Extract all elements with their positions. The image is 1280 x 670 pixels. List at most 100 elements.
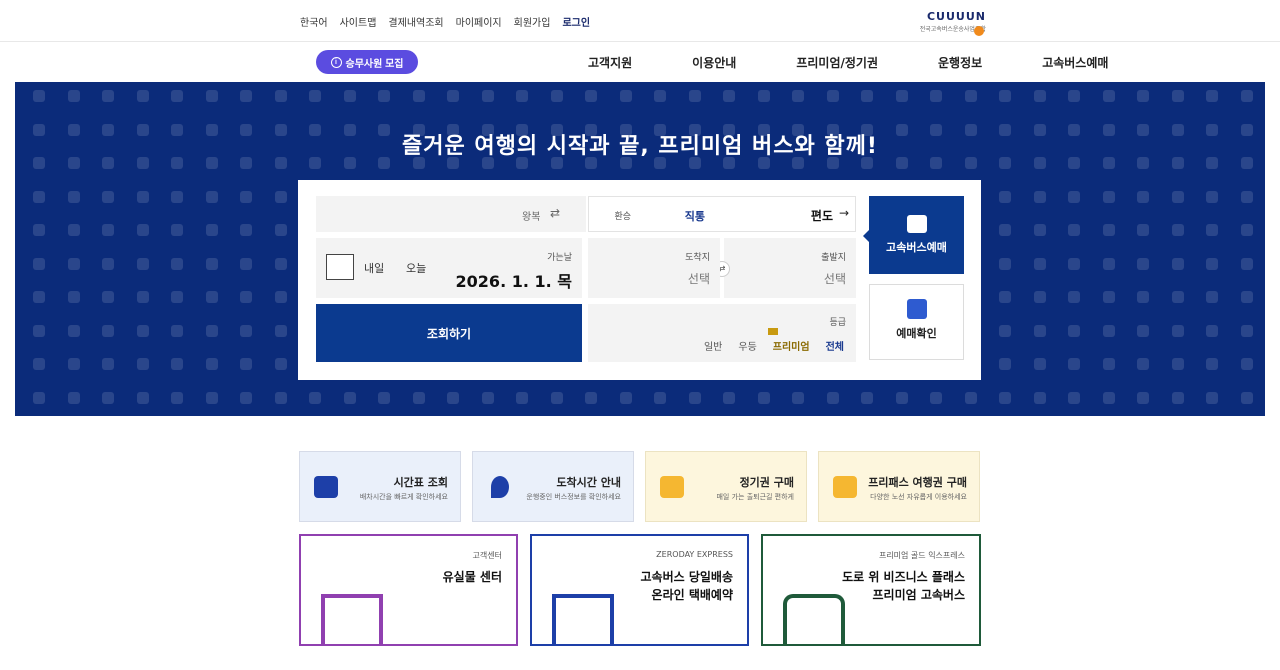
pattern-icon <box>171 358 183 370</box>
tomorrow-option[interactable]: 내일 <box>364 260 384 276</box>
pattern-icon <box>205 224 218 236</box>
freepass-card[interactable]: 프리패스 여행권 구매 다양한 노선 자유롭게 이용하세요 <box>818 451 980 522</box>
pattern-icon <box>67 391 80 404</box>
logo-text: CUUUUN <box>926 10 986 23</box>
pattern-icon <box>67 224 80 236</box>
grade-caption: 등급 <box>829 318 846 328</box>
arrival-value: 선택 <box>687 272 710 286</box>
signup-link[interactable]: 회원가입 <box>514 14 551 29</box>
pattern-icon <box>240 324 252 337</box>
oneway-option[interactable]: 편도 <box>811 207 833 224</box>
nav-premium-pass[interactable]: 프리미엄/정기권 <box>796 54 878 71</box>
departure-field[interactable]: 출발지 선택 <box>724 238 856 298</box>
grade-all[interactable]: 전체 <box>826 338 844 353</box>
tab-express-booking[interactable]: 고속버스예매 <box>863 196 964 274</box>
lost-found-sub: 고객센터 <box>472 551 502 560</box>
sitemap-link[interactable]: 사이트맵 <box>340 14 377 29</box>
pattern-icon <box>67 358 80 370</box>
parcel-delivery-card[interactable]: ZERODAY EXPRESS 고속버스 당일배송 온라인 택배예약 <box>530 534 749 646</box>
premium-title: 도로 위 비즈니스 플래스 프리미엄 고속버스 <box>842 568 965 604</box>
arrival-time-desc: 운행중인 버스정보를 확인하세요 <box>526 493 621 501</box>
grade-premium[interactable]: 프리미엄 <box>773 338 810 353</box>
departure-caption: 출발지 <box>821 253 846 263</box>
swap-arrows-icon: ⇄ <box>550 206 561 220</box>
today-option[interactable]: 오늘 <box>406 260 426 276</box>
pattern-icon <box>1171 257 1184 270</box>
pattern-icon <box>1102 190 1115 203</box>
pattern-icon <box>1068 391 1080 404</box>
arrival-time-card[interactable]: 도착시간 안내 운행중인 버스정보를 확인하세요 <box>472 451 634 522</box>
trip-type-selector[interactable]: → 편도 직통 환승 <box>588 196 856 232</box>
premium-express-card[interactable]: 프리미엄 골드 익스프레스 도로 위 비즈니스 플래스 프리미엄 고속버스 <box>761 534 981 646</box>
pattern-icon <box>999 90 1011 102</box>
premium-title-line1: 도로 위 비즈니스 플래스 <box>842 570 965 584</box>
pattern-icon <box>1137 224 1149 236</box>
route-type-caption: 환승 <box>614 212 631 222</box>
pattern-icon <box>102 291 114 303</box>
pattern-icon <box>136 224 149 236</box>
nav-route-info[interactable]: 운행정보 <box>938 54 982 71</box>
roundtrip-option[interactable]: 왕복 ⇄ <box>316 196 586 232</box>
pattern-icon <box>1102 224 1115 236</box>
season-pass-card[interactable]: 정기권 구매 매일 가는 출퇴근길 편하게 <box>645 451 807 522</box>
trip-type-row: → 편도 직통 환승 왕복 ⇄ <box>316 196 856 232</box>
arrival-time-title: 도착시간 안내 <box>556 476 621 489</box>
info-icon: i <box>330 56 342 68</box>
pattern-icon <box>1033 291 1046 303</box>
pattern-icon <box>999 324 1011 337</box>
date-field[interactable]: 가는날 2026. 1. 1. 목 <box>316 238 582 298</box>
pattern-icon <box>1137 90 1149 102</box>
pattern-icon <box>999 224 1011 236</box>
lost-found-card[interactable]: 고객센터 유실물 센터 <box>299 534 518 646</box>
arrow-right-icon: → <box>838 206 849 220</box>
pattern-icon <box>102 190 114 203</box>
timetable-card[interactable]: 시간표 조회 배차시간을 빠르게 확인하세요 <box>299 451 461 522</box>
language-link[interactable]: 한국어 <box>300 14 328 29</box>
grade-deluxe[interactable]: 우등 <box>738 338 756 353</box>
tab-reservation-check[interactable]: 예매확인 <box>869 284 964 360</box>
pattern-icon <box>550 90 563 102</box>
nav-express-booking[interactable]: 고속버스예매 <box>1042 54 1108 71</box>
route-type-select[interactable]: 직통 <box>685 208 705 224</box>
pattern-icon <box>1206 257 1218 270</box>
arrival-field[interactable]: 도착지 선택 <box>588 238 720 298</box>
pattern-icon <box>205 358 218 370</box>
pattern-icon <box>654 391 666 404</box>
site-logo[interactable]: CUUUUN 전국고속버스운송사업조합 <box>920 10 986 36</box>
pattern-icon <box>1033 324 1046 337</box>
pattern-icon <box>102 224 114 236</box>
calendar-icon[interactable] <box>326 254 354 280</box>
pattern-icon <box>585 90 597 102</box>
pattern-icon <box>33 291 45 303</box>
pattern-icon <box>171 190 183 203</box>
pattern-icon <box>619 391 632 404</box>
pattern-icon <box>1137 391 1149 404</box>
payment-history-link[interactable]: 결제내역조회 <box>388 14 443 29</box>
pattern-icon <box>1102 90 1115 102</box>
pattern-icon <box>136 257 149 270</box>
pattern-icon <box>1171 391 1184 404</box>
nav-usage-guide[interactable]: 이용안내 <box>692 54 736 71</box>
grade-standard[interactable]: 일반 <box>704 338 722 353</box>
pattern-icon <box>1240 324 1253 337</box>
pattern-icon <box>964 90 977 102</box>
pattern-icon <box>550 391 563 404</box>
pattern-icon <box>67 190 80 203</box>
nav-support[interactable]: 고객지원 <box>588 54 632 71</box>
lost-found-title: 유실물 센터 <box>443 568 502 586</box>
login-link[interactable]: 로그인 <box>562 14 590 29</box>
pattern-icon <box>1206 358 1218 370</box>
pattern-icon <box>343 391 356 404</box>
search-button[interactable]: 조회하기 <box>316 304 582 362</box>
pattern-icon <box>171 90 183 102</box>
pattern-icon <box>481 391 494 404</box>
date-caption: 가는날 <box>547 253 572 263</box>
pattern-icon <box>1068 90 1080 102</box>
pattern-icon <box>1137 257 1149 270</box>
pattern-icon <box>171 257 183 270</box>
pattern-icon <box>930 90 942 102</box>
recruit-button[interactable]: i 승무사원 모집 <box>316 50 418 74</box>
pattern-icon <box>343 90 356 102</box>
pattern-icon <box>136 324 149 337</box>
mypage-link[interactable]: 마이페이지 <box>456 14 502 29</box>
